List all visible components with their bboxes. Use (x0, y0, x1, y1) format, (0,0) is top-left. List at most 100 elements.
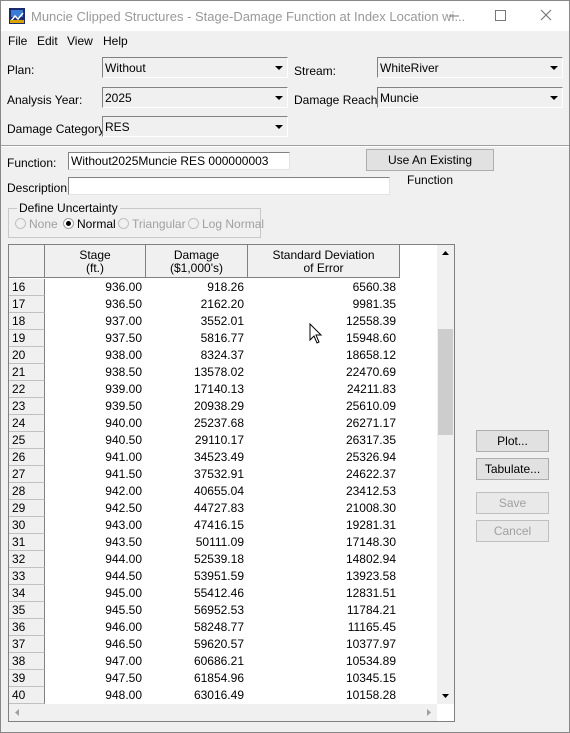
column-header-std-dev[interactable]: Standard Deviation of Error (248, 245, 400, 278)
std-dev-cell[interactable]: 24622.37 (248, 466, 400, 483)
table-row[interactable]: 18 937.00 3552.01 12558.39 (9, 313, 439, 330)
radio-normal[interactable]: Normal (63, 217, 116, 231)
damage-cell[interactable]: 52539.18 (146, 551, 248, 568)
damage-cell[interactable]: 34523.49 (146, 449, 248, 466)
description-field[interactable] (68, 177, 390, 195)
damage-cell[interactable]: 58248.77 (146, 619, 248, 636)
vertical-scroll-thumb[interactable] (438, 329, 453, 435)
table-row[interactable]: 27 941.50 37532.91 24622.37 (9, 466, 439, 483)
scroll-down-button[interactable] (437, 687, 454, 704)
row-number[interactable]: 30 (9, 517, 45, 534)
table-row[interactable]: 33 944.50 53951.59 13923.58 (9, 568, 439, 585)
damage-cell[interactable]: 40655.04 (146, 483, 248, 500)
std-dev-cell[interactable]: 12831.51 (248, 585, 400, 602)
minimize-button[interactable] (431, 1, 477, 31)
std-dev-cell[interactable]: 10377.97 (248, 636, 400, 653)
vertical-scrollbar[interactable] (437, 245, 454, 704)
damage-cell[interactable]: 3552.01 (146, 313, 248, 330)
row-number[interactable]: 18 (9, 313, 45, 330)
plan-select[interactable]: Without (102, 57, 288, 78)
std-dev-cell[interactable]: 26271.17 (248, 415, 400, 432)
stage-cell[interactable]: 940.00 (45, 415, 146, 432)
stage-cell[interactable]: 941.00 (45, 449, 146, 466)
stage-cell[interactable]: 946.50 (45, 636, 146, 653)
stage-cell[interactable]: 936.50 (45, 296, 146, 313)
stage-cell[interactable]: 938.50 (45, 364, 146, 381)
row-number[interactable]: 23 (9, 398, 45, 415)
table-row[interactable]: 38 947.00 60686.21 10534.89 (9, 653, 439, 670)
stage-cell[interactable]: 940.50 (45, 432, 146, 449)
stage-cell[interactable]: 937.50 (45, 330, 146, 347)
row-number[interactable]: 25 (9, 432, 45, 449)
stage-cell[interactable]: 939.50 (45, 398, 146, 415)
std-dev-cell[interactable]: 26317.35 (248, 432, 400, 449)
stage-cell[interactable]: 936.00 (45, 279, 146, 296)
table-row[interactable]: 34 945.00 55412.46 12831.51 (9, 585, 439, 602)
std-dev-cell[interactable]: 22470.69 (248, 364, 400, 381)
damage-cell[interactable]: 56952.53 (146, 602, 248, 619)
chevron-down-icon[interactable] (271, 59, 286, 76)
row-number[interactable]: 22 (9, 381, 45, 398)
damage-cell[interactable]: 17140.13 (146, 381, 248, 398)
row-number[interactable]: 33 (9, 568, 45, 585)
row-number[interactable]: 34 (9, 585, 45, 602)
row-number[interactable]: 36 (9, 619, 45, 636)
std-dev-cell[interactable]: 13923.58 (248, 568, 400, 585)
std-dev-cell[interactable]: 19281.31 (248, 517, 400, 534)
table-row[interactable]: 25 940.50 29110.17 26317.35 (9, 432, 439, 449)
stage-cell[interactable]: 944.00 (45, 551, 146, 568)
table-row[interactable]: 19 937.50 5816.77 15948.60 (9, 330, 439, 347)
scroll-up-button[interactable] (437, 245, 454, 262)
table-row[interactable]: 22 939.00 17140.13 24211.83 (9, 381, 439, 398)
table-row[interactable]: 26 941.00 34523.49 25326.94 (9, 449, 439, 466)
table-row[interactable]: 16 936.00 918.26 6560.38 (9, 279, 439, 296)
std-dev-cell[interactable]: 11784.21 (248, 602, 400, 619)
cancel-button[interactable]: Cancel (476, 520, 549, 542)
std-dev-cell[interactable]: 10534.89 (248, 653, 400, 670)
damage-cell[interactable]: 53951.59 (146, 568, 248, 585)
stage-cell[interactable]: 947.50 (45, 670, 146, 687)
std-dev-cell[interactable]: 23412.53 (248, 483, 400, 500)
chevron-down-icon[interactable] (271, 118, 286, 135)
table-row[interactable]: 35 945.50 56952.53 11784.21 (9, 602, 439, 619)
std-dev-cell[interactable]: 6560.38 (248, 279, 400, 296)
table-row[interactable]: 40 948.00 63016.49 10158.28 (9, 687, 439, 704)
stage-cell[interactable]: 948.00 (45, 687, 146, 704)
std-dev-cell[interactable]: 18658.12 (248, 347, 400, 364)
std-dev-cell[interactable]: 25610.09 (248, 398, 400, 415)
std-dev-cell[interactable]: 12558.39 (248, 313, 400, 330)
chevron-down-icon[interactable] (546, 59, 561, 76)
stage-cell[interactable]: 947.00 (45, 653, 146, 670)
row-number[interactable]: 32 (9, 551, 45, 568)
row-number[interactable]: 40 (9, 687, 45, 704)
table-row[interactable]: 31 943.50 50111.09 17148.30 (9, 534, 439, 551)
row-number[interactable]: 24 (9, 415, 45, 432)
table-row[interactable]: 24 940.00 25237.68 26271.17 (9, 415, 439, 432)
menu-help[interactable]: Help (103, 34, 128, 48)
chevron-down-icon[interactable] (271, 89, 286, 106)
table-row[interactable]: 28 942.00 40655.04 23412.53 (9, 483, 439, 500)
damage-cell[interactable]: 63016.49 (146, 687, 248, 704)
table-row[interactable]: 29 942.50 44727.83 21008.30 (9, 500, 439, 517)
row-number[interactable]: 31 (9, 534, 45, 551)
std-dev-cell[interactable]: 24211.83 (248, 381, 400, 398)
row-number[interactable]: 39 (9, 670, 45, 687)
row-number[interactable]: 17 (9, 296, 45, 313)
row-number[interactable]: 26 (9, 449, 45, 466)
plot-button[interactable]: Plot... (476, 430, 549, 452)
maximize-button[interactable] (477, 1, 523, 31)
std-dev-cell[interactable]: 15948.60 (248, 330, 400, 347)
damage-cell[interactable]: 44727.83 (146, 500, 248, 517)
chevron-down-icon[interactable] (546, 89, 561, 106)
row-number[interactable]: 19 (9, 330, 45, 347)
scroll-left-button[interactable] (9, 704, 26, 721)
table-row[interactable]: 39 947.50 61854.96 10345.15 (9, 670, 439, 687)
function-field[interactable]: Without2025Muncie RES 000000003 (68, 152, 290, 170)
row-number[interactable]: 37 (9, 636, 45, 653)
damage-cell[interactable]: 29110.17 (146, 432, 248, 449)
menu-file[interactable]: File (8, 34, 27, 48)
column-header-stage[interactable]: Stage (ft.) (45, 245, 146, 278)
std-dev-cell[interactable]: 14802.94 (248, 551, 400, 568)
stage-cell[interactable]: 942.50 (45, 500, 146, 517)
row-number[interactable]: 38 (9, 653, 45, 670)
